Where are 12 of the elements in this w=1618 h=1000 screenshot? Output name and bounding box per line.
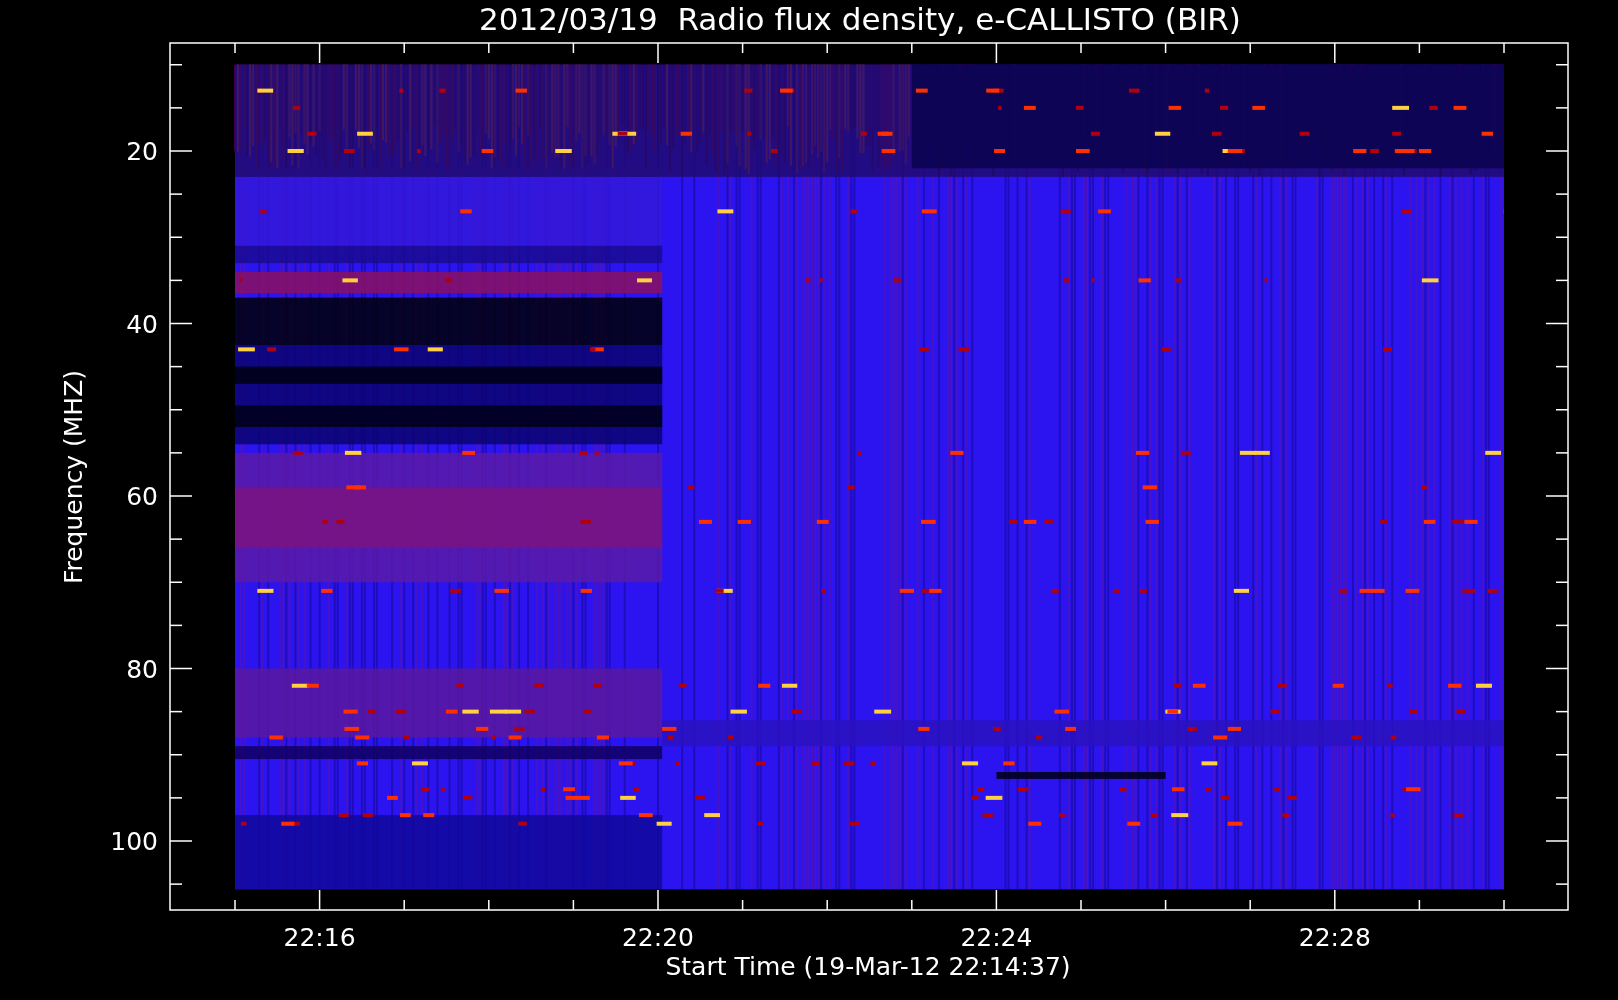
x-tick-label: 22:24 bbox=[960, 923, 1033, 952]
y-tick-label: 60 bbox=[126, 482, 158, 511]
y-tick-label: 100 bbox=[110, 827, 158, 856]
x-tick-label: 22:20 bbox=[622, 923, 694, 952]
y-tick-label: 20 bbox=[126, 137, 158, 166]
y-tick-label: 40 bbox=[126, 309, 158, 339]
y-axis-label: Frequency (MHZ) bbox=[59, 369, 88, 585]
x-axis-label: Start Time (19-Mar-12 22:14:37) bbox=[665, 952, 1071, 981]
y-tick-label: 80 bbox=[126, 654, 158, 684]
chart-title: 2012/03/19 Radio flux density, e-CALLISTO (BIR) bbox=[479, 1, 1241, 37]
x-tick-label: 22:16 bbox=[283, 923, 356, 952]
x-tick-label: 22:28 bbox=[1298, 923, 1371, 952]
